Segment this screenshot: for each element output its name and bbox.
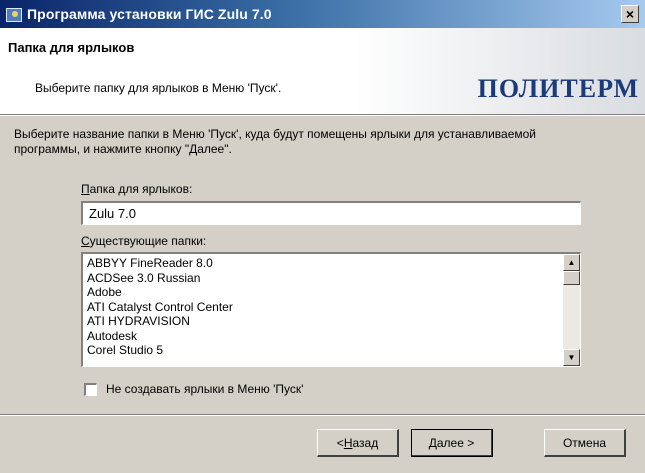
list-item[interactable]: Autodesk [87, 329, 547, 344]
list-item[interactable]: ATI HYDRAVISION [87, 314, 547, 329]
scroll-down-button[interactable]: ▼ [563, 349, 580, 366]
next-mnemonic: Д [428, 435, 437, 450]
existing-label-text: уществующие папки: [89, 234, 207, 248]
existing-folders-label: Существующие папки: [81, 234, 206, 248]
next-label: алее > [436, 435, 475, 450]
no-shortcuts-label: Не создавать ярлыки в Меню 'Пуск' [106, 382, 304, 396]
page-title: Папка для ярлыков [8, 40, 135, 55]
existing-folders-list[interactable]: ABBYY FineReader 8.0 ACDSee 3.0 Russian … [81, 252, 581, 367]
page-subtitle: Выберите папку для ярлыков в Меню 'Пуск'… [35, 81, 282, 95]
scroll-thumb[interactable] [563, 271, 580, 285]
title-bar[interactable]: Программа установки ГИС Zulu 7.0 × [0, 0, 645, 28]
no-shortcuts-option[interactable]: Не создавать ярлыки в Меню 'Пуск' [84, 382, 303, 396]
header-divider [0, 114, 645, 116]
instruction-text: Выберите название папки в Меню 'Пуск', к… [14, 127, 536, 156]
list-item[interactable]: Adobe [87, 285, 547, 300]
brand-logo: ПОЛИТЕРМ [477, 74, 639, 103]
list-item[interactable]: ABBYY FineReader 8.0 [87, 256, 547, 271]
folder-field-label: Папка для ярлыков: [81, 182, 192, 196]
installer-window: Программа установки ГИС Zulu 7.0 × Папка… [0, 0, 645, 473]
list-item[interactable]: ATI Catalyst Control Center [87, 300, 547, 315]
list-item[interactable]: Corel Studio 5 [87, 343, 547, 358]
window-title: Программа установки ГИС Zulu 7.0 [27, 6, 272, 22]
close-icon: × [625, 6, 635, 22]
folder-label-mnemonic: П [81, 182, 90, 196]
cancel-label: Отмена [562, 435, 607, 450]
back-mnemonic: Н [343, 435, 353, 450]
header-band: Папка для ярлыков Выберите папку для ярл… [0, 28, 645, 114]
next-button[interactable]: Далее > [411, 429, 493, 457]
back-label: азад [352, 435, 379, 450]
cancel-button[interactable]: Отмена [544, 429, 626, 457]
folder-name-input[interactable]: Zulu 7.0 [81, 201, 581, 225]
no-shortcuts-checkbox[interactable] [84, 382, 97, 396]
list-item[interactable]: ACDSee 3.0 Russian [87, 271, 547, 286]
arrow-up-icon: ▲ [567, 258, 576, 267]
folder-label-text: апка для ярлыков: [89, 182, 193, 196]
close-button[interactable]: × [621, 5, 639, 23]
back-button[interactable]: < Назад [317, 429, 399, 457]
list-scrollbar[interactable]: ▲ ▼ [563, 254, 580, 366]
folder-name-value: Zulu 7.0 [89, 206, 136, 221]
arrow-down-icon: ▼ [567, 353, 576, 362]
back-prefix: < [336, 435, 344, 450]
footer-divider [0, 414, 645, 416]
scroll-up-button[interactable]: ▲ [563, 254, 580, 271]
existing-label-mnemonic: С [81, 234, 90, 248]
installer-icon [6, 6, 22, 22]
